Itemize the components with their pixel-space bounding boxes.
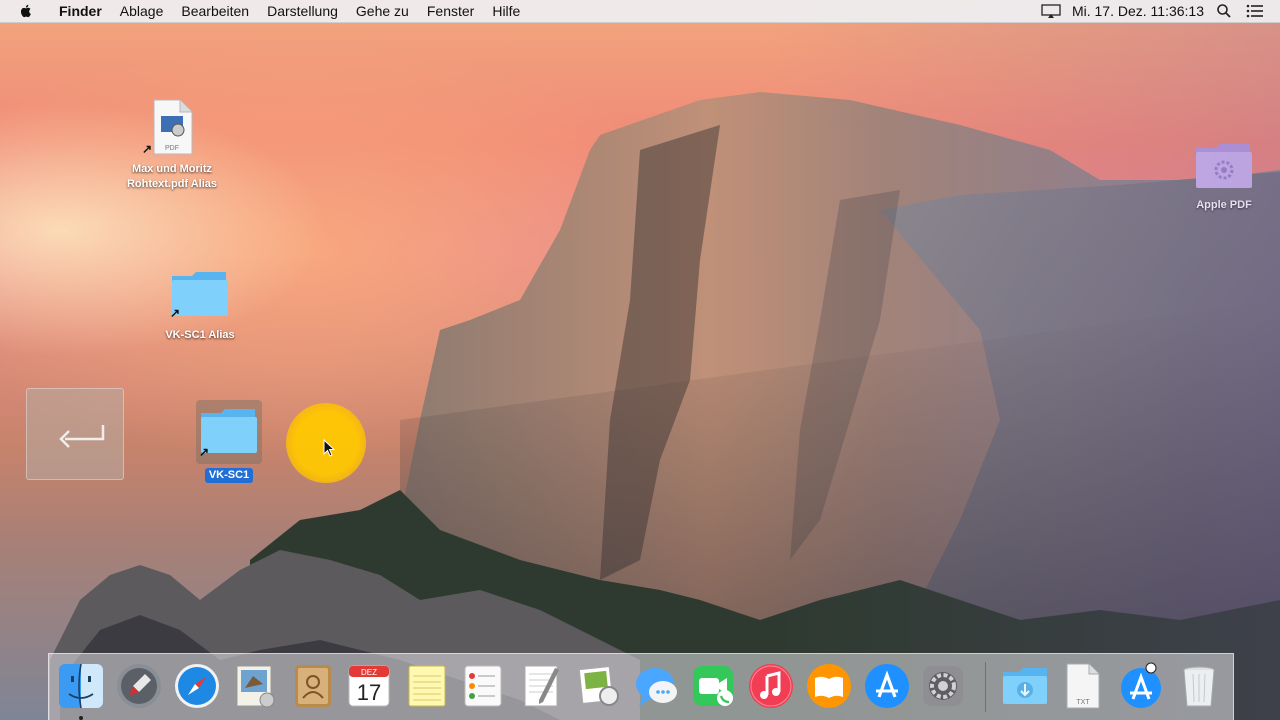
desktop-icon-folder-alias[interactable]: ↗ VK-SC1 Alias: [150, 268, 250, 343]
return-arrow-icon: [59, 425, 105, 448]
downloads-folder-icon[interactable]: [1001, 662, 1049, 710]
desktop-icon-folder-selected[interactable]: ↗ VK-SC1: [179, 405, 279, 483]
dock-separator: [985, 662, 986, 712]
menu-bar-status: Mi. 17. Dez. 11:36:13: [1040, 0, 1280, 22]
safari-icon[interactable]: [173, 662, 221, 710]
calendar-icon[interactable]: DEZ 17: [345, 662, 393, 710]
menu-darstellung[interactable]: Darstellung: [258, 0, 347, 22]
finder-icon[interactable]: [57, 662, 105, 710]
desktop-icon-pdf-alias[interactable]: PDF ↗ Max und Moritz Rohtext.pdf Alias: [110, 98, 234, 192]
menu-finder[interactable]: Finder: [50, 0, 111, 22]
menu-hilfe[interactable]: Hilfe: [483, 0, 529, 22]
messages-icon[interactable]: [633, 662, 681, 710]
menu-ablage[interactable]: Ablage: [111, 0, 173, 22]
itunes-icon[interactable]: [747, 662, 795, 710]
menu-bar: Finder Ablage Bearbeiten Darstellung Geh…: [0, 0, 1280, 23]
running-indicator: [79, 716, 83, 720]
text-document-icon[interactable]: TXT: [1059, 662, 1107, 710]
contacts-icon[interactable]: [289, 662, 337, 710]
dock: DEZ 17 TXT: [48, 653, 1234, 720]
pdf-badge: PDF: [165, 145, 179, 152]
mail-icon[interactable]: [231, 662, 279, 710]
launchpad-icon[interactable]: [115, 662, 163, 710]
return-drop-panel: [26, 388, 124, 480]
calendar-month: DEZ: [361, 668, 377, 677]
applications-folder-icon[interactable]: [1117, 662, 1165, 710]
app-store-icon[interactable]: [863, 662, 911, 710]
alias-arrow-icon: ↗: [142, 142, 153, 156]
alias-arrow-icon: ↗: [170, 306, 181, 320]
menu-bearbeiten[interactable]: Bearbeiten: [172, 0, 258, 22]
desktop-icon-apple-pdf[interactable]: Apple PDF: [1184, 140, 1264, 213]
menu-fenster[interactable]: Fenster: [418, 0, 483, 22]
desktop-icon-label: VK-SC1: [204, 468, 254, 483]
preview-icon[interactable]: [575, 662, 623, 710]
mouse-pointer-icon: [323, 439, 336, 457]
desktop-icon-label: Apple PDF: [1196, 199, 1252, 211]
pdf-document-icon: PDF: [153, 99, 193, 155]
ibooks-icon[interactable]: [805, 662, 853, 710]
spotlight-search-icon[interactable]: [1216, 3, 1232, 19]
system-preferences-icon[interactable]: [919, 662, 967, 710]
alias-arrow-icon: ↗: [199, 445, 210, 459]
notes-icon[interactable]: [403, 662, 451, 710]
desktop-icon-label: Max und Moritz Rohtext.pdf Alias: [126, 163, 218, 190]
menu-gehe-zu[interactable]: Gehe zu: [347, 0, 418, 22]
desktop: Finder Ablage Bearbeiten Darstellung Geh…: [0, 0, 1280, 720]
reminders-icon[interactable]: [459, 662, 507, 710]
txt-badge: TXT: [1076, 699, 1090, 706]
apple-logo-icon[interactable]: [18, 3, 34, 19]
folder-icon: [1196, 144, 1252, 188]
desktop-icon-label: VK-SC1 Alias: [165, 329, 235, 341]
menu-bar-clock[interactable]: Mi. 17. Dez. 11:36:13: [1072, 3, 1204, 19]
notification-center-icon[interactable]: [1246, 4, 1264, 18]
trash-icon[interactable]: [1175, 662, 1223, 710]
calendar-day: 17: [357, 680, 381, 705]
airplay-display-icon[interactable]: [1040, 3, 1062, 19]
facetime-icon[interactable]: [689, 662, 737, 710]
textedit-icon[interactable]: [517, 662, 565, 710]
